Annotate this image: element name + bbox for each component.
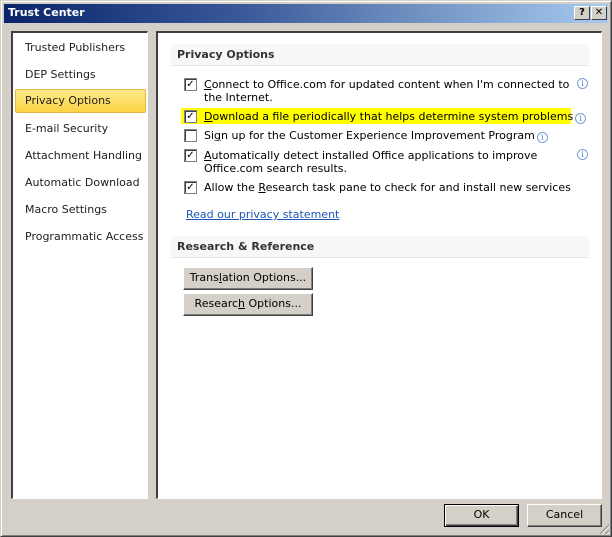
sidebar-item-programmatic-access[interactable]: Programmatic Access: [15, 225, 146, 249]
close-button[interactable]: ✕: [591, 6, 607, 20]
sidebar-item-automatic-download[interactable]: Automatic Download: [15, 171, 146, 195]
privacy-options-header: Privacy Options: [171, 44, 589, 66]
sidebar-item-privacy-options[interactable]: Privacy Options: [15, 89, 146, 113]
info-icon[interactable]: i: [577, 78, 588, 89]
checkbox-detect-applications[interactable]: ✓: [184, 149, 197, 162]
checkbox-research-task-pane[interactable]: ✓: [184, 181, 197, 194]
option-label: Download a file periodically that helps …: [204, 110, 594, 124]
trust-center-dialog: Trust Center ? ✕ Trusted Publishers DEP …: [0, 0, 612, 537]
sidebar-nav: Trusted Publishers DEP Settings Privacy …: [11, 31, 148, 499]
privacy-statement-link[interactable]: Read our privacy statement: [186, 208, 339, 221]
sidebar-item-email-security[interactable]: E-mail Security: [15, 117, 146, 141]
checkbox-connect-office-com[interactable]: ✓: [184, 78, 197, 91]
help-button[interactable]: ?: [574, 6, 590, 20]
info-icon[interactable]: i: [536, 132, 548, 143]
option-label: Allow the Research task pane to check fo…: [204, 181, 571, 194]
checkbox-download-file[interactable]: ✓: [184, 110, 197, 123]
option-label: Automatically detect installed Office ap…: [204, 149, 538, 175]
title-bar[interactable]: Trust Center ? ✕: [4, 4, 608, 23]
checkbox-customer-experience[interactable]: [184, 129, 197, 142]
ok-button[interactable]: OK: [444, 504, 519, 527]
research-options-button[interactable]: Research Options...: [183, 293, 313, 316]
sidebar-item-trusted-publishers[interactable]: Trusted Publishers: [15, 36, 146, 60]
window-title: Trust Center: [8, 6, 85, 19]
sidebar-item-attachment-handling[interactable]: Attachment Handling: [15, 144, 146, 168]
sidebar-item-macro-settings[interactable]: Macro Settings: [15, 198, 146, 222]
cancel-button[interactable]: Cancel: [527, 504, 602, 527]
option-label: Sign up for the Customer Experience Impr…: [204, 129, 574, 143]
translation-options-button[interactable]: Translation Options...: [183, 267, 313, 290]
sidebar-item-dep-settings[interactable]: DEP Settings: [15, 63, 146, 87]
info-icon[interactable]: i: [575, 113, 587, 124]
info-icon[interactable]: i: [577, 149, 588, 160]
research-reference-header: Research & Reference: [171, 236, 589, 258]
content-pane: Privacy Options ✓ Connect to Office.com …: [156, 31, 602, 499]
option-label: Connect to Office.com for updated conten…: [204, 78, 570, 104]
